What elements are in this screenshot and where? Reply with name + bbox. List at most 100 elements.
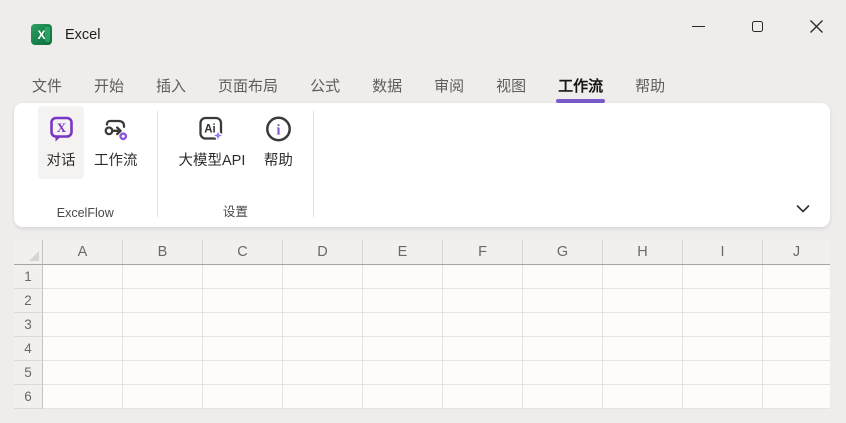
grid-cell-F6[interactable] [443,385,523,409]
grid-cell-I6[interactable] [683,385,763,409]
grid-cell-F3[interactable] [443,313,523,337]
tab-file[interactable]: 文件 [16,72,78,99]
grid-cell-B4[interactable] [123,337,203,361]
grid-cell-F4[interactable] [443,337,523,361]
grid-cell-B6[interactable] [123,385,203,409]
grid-cell-E4[interactable] [363,337,443,361]
grid-cell-H1[interactable] [603,265,683,289]
grid-cell-G5[interactable] [523,361,603,385]
grid-cell-H5[interactable] [603,361,683,385]
grid-cell-C5[interactable] [203,361,283,385]
grid-cell-G6[interactable] [523,385,603,409]
grid-cell-H6[interactable] [603,385,683,409]
excel-app-icon: X [31,24,52,45]
grid-row-2: 2 [14,289,830,313]
grid-cell-A6[interactable] [43,385,123,409]
grid-cell-D5[interactable] [283,361,363,385]
help-button[interactable]: i 帮助 [255,106,301,179]
help-button-label: 帮助 [264,149,293,170]
grid-cell-B5[interactable] [123,361,203,385]
workflow-button[interactable]: 工作流 [87,106,145,179]
grid-cell-I5[interactable] [683,361,763,385]
row-header-2[interactable]: 2 [14,289,43,313]
grid-cell-I1[interactable] [683,265,763,289]
select-all-corner[interactable] [14,240,43,264]
grid-cell-F2[interactable] [443,289,523,313]
grid-cell-F1[interactable] [443,265,523,289]
column-header-E[interactable]: E [363,240,443,264]
tab-formulas[interactable]: 公式 [294,72,356,99]
grid-cell-C3[interactable] [203,313,283,337]
grid-cell-I3[interactable] [683,313,763,337]
grid-cell-B2[interactable] [123,289,203,313]
grid-cell-E6[interactable] [363,385,443,409]
column-header-F[interactable]: F [443,240,523,264]
grid-cell-E1[interactable] [363,265,443,289]
column-header-H[interactable]: H [603,240,683,264]
grid-cell-J5[interactable] [763,361,830,385]
grid-cell-A2[interactable] [43,289,123,313]
row-header-3[interactable]: 3 [14,313,43,337]
tab-view[interactable]: 视图 [480,72,542,99]
grid-cell-J1[interactable] [763,265,830,289]
grid-cell-E5[interactable] [363,361,443,385]
grid-cell-E2[interactable] [363,289,443,313]
column-header-A[interactable]: A [43,240,123,264]
close-button[interactable] [787,0,846,52]
grid-cell-C6[interactable] [203,385,283,409]
grid-cell-C2[interactable] [203,289,283,313]
tab-workflow[interactable]: 工作流 [542,72,619,99]
row-header-6[interactable]: 6 [14,385,43,409]
column-header-J[interactable]: J [763,240,830,264]
grid-cell-H2[interactable] [603,289,683,313]
column-header-D[interactable]: D [283,240,363,264]
tab-insert[interactable]: 插入 [140,72,202,99]
grid-cell-I4[interactable] [683,337,763,361]
row-header-4[interactable]: 4 [14,337,43,361]
row-header-5[interactable]: 5 [14,361,43,385]
grid-cell-G2[interactable] [523,289,603,313]
grid-cell-A4[interactable] [43,337,123,361]
grid-cell-B1[interactable] [123,265,203,289]
grid-cell-C4[interactable] [203,337,283,361]
grid-cell-J2[interactable] [763,289,830,313]
ribbon-collapse-button[interactable] [790,200,816,218]
grid-cell-F5[interactable] [443,361,523,385]
grid-cell-A1[interactable] [43,265,123,289]
minimize-button[interactable] [669,0,728,52]
grid-cell-H3[interactable] [603,313,683,337]
column-header-I[interactable]: I [683,240,763,264]
grid-cell-I2[interactable] [683,289,763,313]
chat-button[interactable]: X 对话 [38,106,84,179]
grid-cell-C1[interactable] [203,265,283,289]
column-header-G[interactable]: G [523,240,603,264]
row-header-1[interactable]: 1 [14,265,43,289]
grid-cell-G1[interactable] [523,265,603,289]
grid-cell-D3[interactable] [283,313,363,337]
grid-cell-H4[interactable] [603,337,683,361]
maximize-button[interactable] [728,0,787,52]
grid-cell-A5[interactable] [43,361,123,385]
grid-cell-J4[interactable] [763,337,830,361]
grid-cell-D1[interactable] [283,265,363,289]
grid-cell-E3[interactable] [363,313,443,337]
grid-cell-D2[interactable] [283,289,363,313]
column-header-C[interactable]: C [203,240,283,264]
grid-cell-G3[interactable] [523,313,603,337]
tab-data[interactable]: 数据 [356,72,418,99]
tab-help[interactable]: 帮助 [619,72,681,99]
chat-bubble-x-icon: X [46,114,77,145]
grid-cell-J3[interactable] [763,313,830,337]
tab-home[interactable]: 开始 [78,72,140,99]
grid-cell-D4[interactable] [283,337,363,361]
titlebar: X Excel [0,0,846,62]
llm-api-button[interactable]: Ai 大模型API [172,106,253,179]
grid-cell-B3[interactable] [123,313,203,337]
tab-page-layout[interactable]: 页面布局 [202,72,294,99]
grid-cell-D6[interactable] [283,385,363,409]
grid-cell-J6[interactable] [763,385,830,409]
grid-cell-A3[interactable] [43,313,123,337]
tab-review[interactable]: 审阅 [418,72,480,99]
column-header-B[interactable]: B [123,240,203,264]
grid-cell-G4[interactable] [523,337,603,361]
